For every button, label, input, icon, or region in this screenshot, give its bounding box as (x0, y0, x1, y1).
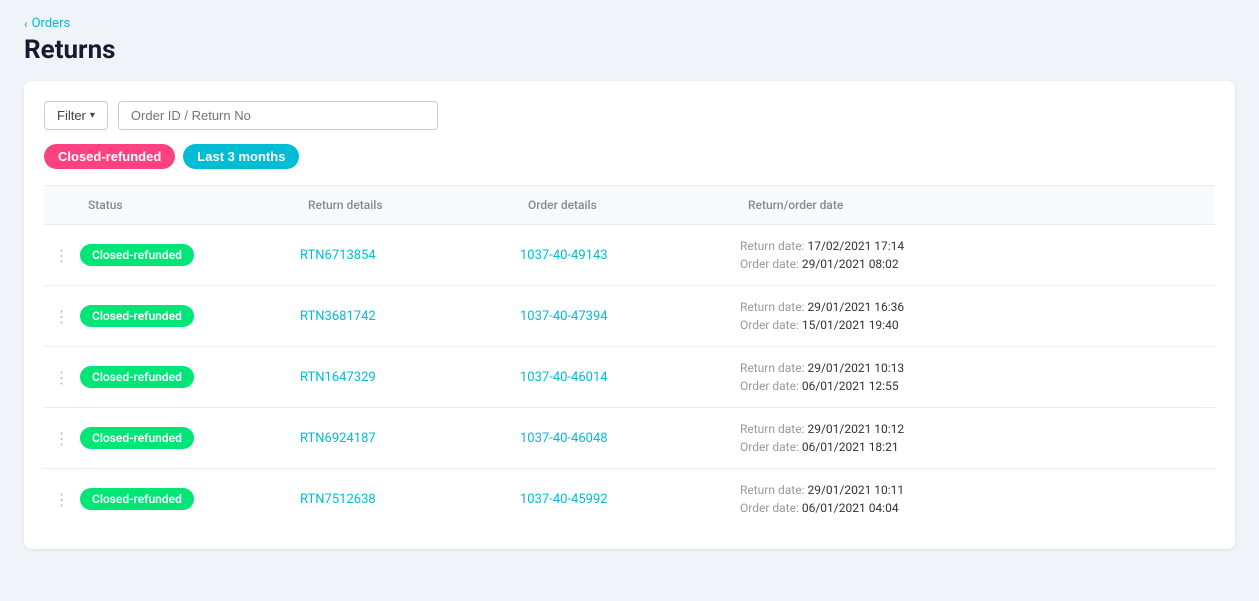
return-details-link[interactable]: RTN1647329 (300, 370, 376, 385)
row-dates: Return date: 29/01/2021 10:12 Order date… (740, 422, 1215, 454)
order-date-label: Order date: (740, 257, 799, 271)
header-menu-col (44, 194, 80, 216)
table-wrapper: Status Return details Order details Retu… (44, 185, 1215, 529)
row-order-details: 1037-40-47394 (520, 309, 740, 324)
filter-button[interactable]: Filter ▾ (44, 101, 108, 130)
order-date-label: Order date: (740, 318, 799, 332)
row-return-details: RTN6924187 (300, 431, 520, 446)
breadcrumb-label: Orders (32, 16, 71, 31)
row-status: Closed-refunded (80, 366, 300, 388)
order-details-link[interactable]: 1037-40-46014 (520, 370, 608, 385)
return-details-link[interactable]: RTN7512638 (300, 492, 376, 507)
tags-row: Closed-refunded Last 3 months (44, 144, 1215, 169)
return-date-line: Return date: 29/01/2021 10:11 (740, 483, 1215, 497)
table-row: ⋮ Closed-refunded RTN6713854 1037-40-491… (44, 225, 1215, 286)
row-return-details: RTN1647329 (300, 370, 520, 385)
row-return-details: RTN6713854 (300, 248, 520, 263)
return-date-line: Return date: 17/02/2021 17:14 (740, 239, 1215, 253)
row-order-details: 1037-40-46014 (520, 370, 740, 385)
status-badge: Closed-refunded (80, 244, 194, 266)
row-status: Closed-refunded (80, 305, 300, 327)
chevron-down-icon: ▾ (90, 110, 95, 121)
row-return-details: RTN3681742 (300, 309, 520, 324)
return-date-value: 29/01/2021 10:12 (807, 422, 904, 436)
order-details-link[interactable]: 1037-40-49143 (520, 248, 608, 263)
main-card: Filter ▾ Closed-refunded Last 3 months S… (24, 81, 1235, 549)
return-date-label: Return date: (740, 422, 804, 436)
page-wrapper: ‹ Orders Returns Filter ▾ Closed-refunde… (0, 0, 1259, 601)
table-row: ⋮ Closed-refunded RTN7512638 1037-40-459… (44, 469, 1215, 529)
row-menu-button[interactable]: ⋮ (44, 490, 80, 509)
table-row: ⋮ Closed-refunded RTN3681742 1037-40-473… (44, 286, 1215, 347)
return-details-link[interactable]: RTN3681742 (300, 309, 376, 324)
filter-label: Filter (57, 108, 86, 123)
order-date-value: 06/01/2021 12:55 (802, 379, 899, 393)
return-date-label: Return date: (740, 300, 804, 314)
tag-last-3-months[interactable]: Last 3 months (183, 144, 299, 169)
row-status: Closed-refunded (80, 427, 300, 449)
order-details-link[interactable]: 1037-40-46048 (520, 431, 608, 446)
row-dates: Return date: 29/01/2021 10:11 Order date… (740, 483, 1215, 515)
order-date-line: Order date: 06/01/2021 04:04 (740, 501, 1215, 515)
return-date-value: 17/02/2021 17:14 (807, 239, 904, 253)
return-date-value: 29/01/2021 10:13 (807, 361, 904, 375)
tag-closed-refunded[interactable]: Closed-refunded (44, 144, 175, 169)
page-title: Returns (24, 35, 1235, 65)
breadcrumb[interactable]: ‹ Orders (24, 16, 1235, 31)
header-order-details: Order details (520, 194, 740, 216)
header-status: Status (80, 194, 300, 216)
return-date-line: Return date: 29/01/2021 10:13 (740, 361, 1215, 375)
back-chevron-icon: ‹ (24, 17, 28, 31)
status-badge: Closed-refunded (80, 488, 194, 510)
row-status: Closed-refunded (80, 244, 300, 266)
return-date-value: 29/01/2021 10:11 (807, 483, 904, 497)
order-details-link[interactable]: 1037-40-47394 (520, 309, 608, 324)
row-menu-button[interactable]: ⋮ (44, 429, 80, 448)
row-menu-button[interactable]: ⋮ (44, 307, 80, 326)
row-dates: Return date: 29/01/2021 10:13 Order date… (740, 361, 1215, 393)
return-details-link[interactable]: RTN6713854 (300, 248, 376, 263)
order-date-label: Order date: (740, 379, 799, 393)
row-return-details: RTN7512638 (300, 492, 520, 507)
header-return-details: Return details (300, 194, 520, 216)
order-date-value: 29/01/2021 08:02 (802, 257, 899, 271)
row-dates: Return date: 29/01/2021 16:36 Order date… (740, 300, 1215, 332)
order-date-line: Order date: 29/01/2021 08:02 (740, 257, 1215, 271)
status-badge: Closed-refunded (80, 305, 194, 327)
order-details-link[interactable]: 1037-40-45992 (520, 492, 608, 507)
order-date-label: Order date: (740, 440, 799, 454)
order-date-label: Order date: (740, 501, 799, 515)
table-row: ⋮ Closed-refunded RTN6924187 1037-40-460… (44, 408, 1215, 469)
row-dates: Return date: 17/02/2021 17:14 Order date… (740, 239, 1215, 271)
return-date-label: Return date: (740, 483, 804, 497)
status-badge: Closed-refunded (80, 366, 194, 388)
return-date-label: Return date: (740, 239, 804, 253)
order-date-line: Order date: 15/01/2021 19:40 (740, 318, 1215, 332)
table-body: ⋮ Closed-refunded RTN6713854 1037-40-491… (44, 225, 1215, 529)
filter-row: Filter ▾ (44, 101, 1215, 130)
return-date-line: Return date: 29/01/2021 16:36 (740, 300, 1215, 314)
row-menu-button[interactable]: ⋮ (44, 368, 80, 387)
row-menu-button[interactable]: ⋮ (44, 246, 80, 265)
table-header: Status Return details Order details Retu… (44, 185, 1215, 225)
order-date-value: 06/01/2021 04:04 (802, 501, 899, 515)
return-date-label: Return date: (740, 361, 804, 375)
order-date-value: 15/01/2021 19:40 (802, 318, 899, 332)
row-order-details: 1037-40-46048 (520, 431, 740, 446)
return-date-value: 29/01/2021 16:36 (807, 300, 904, 314)
return-date-line: Return date: 29/01/2021 10:12 (740, 422, 1215, 436)
order-date-line: Order date: 06/01/2021 18:21 (740, 440, 1215, 454)
search-input[interactable] (118, 101, 438, 130)
header-date: Return/order date (740, 194, 1215, 216)
order-date-value: 06/01/2021 18:21 (802, 440, 899, 454)
row-order-details: 1037-40-49143 (520, 248, 740, 263)
return-details-link[interactable]: RTN6924187 (300, 431, 376, 446)
status-badge: Closed-refunded (80, 427, 194, 449)
row-status: Closed-refunded (80, 488, 300, 510)
table-row: ⋮ Closed-refunded RTN1647329 1037-40-460… (44, 347, 1215, 408)
order-date-line: Order date: 06/01/2021 12:55 (740, 379, 1215, 393)
row-order-details: 1037-40-45992 (520, 492, 740, 507)
